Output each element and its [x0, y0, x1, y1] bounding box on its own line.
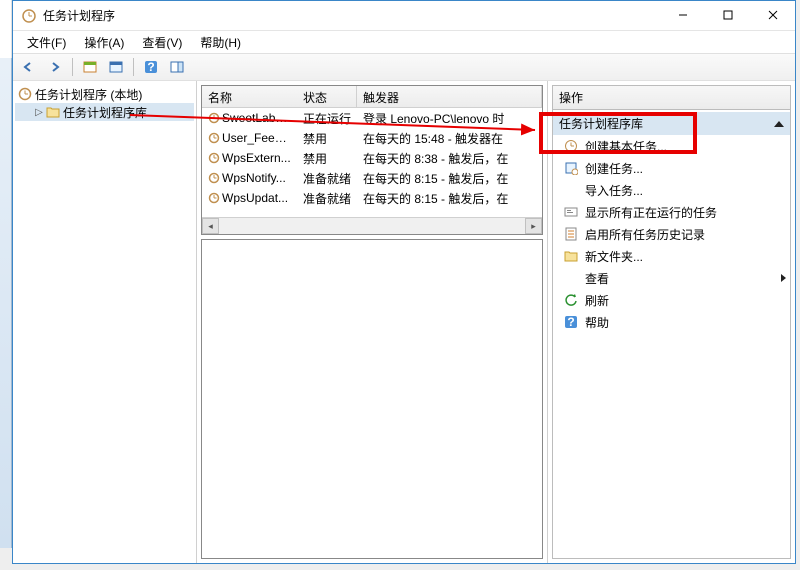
task-list[interactable]: 名称 状态 触发器 SweetLabs ... 正在运行 登录 Lenovo-P…	[201, 85, 543, 235]
list-body[interactable]: SweetLabs ... 正在运行 登录 Lenovo-PC\lenovo 时…	[202, 108, 542, 217]
horizontal-scrollbar[interactable]: ◂ ▸	[202, 217, 542, 234]
titlebar: 任务计划程序	[13, 1, 795, 31]
action-label: 帮助	[585, 314, 609, 331]
left-dock-strip	[0, 58, 12, 548]
nav-forward-button[interactable]	[43, 56, 67, 78]
action-label: 启用所有任务历史记录	[585, 226, 705, 243]
tool-panel-button[interactable]	[165, 56, 189, 78]
maximize-button[interactable]	[705, 1, 750, 29]
tree-root-label: 任务计划程序 (本地)	[35, 86, 142, 103]
action-refresh[interactable]: 刷新	[553, 289, 790, 311]
action-label: 创建基本任务...	[585, 138, 667, 155]
list-header: 名称 状态 触发器	[202, 86, 542, 108]
navigation-tree[interactable]: 任务计划程序 (本地) ▷ 任务计划程序库	[13, 81, 197, 563]
action-show-running[interactable]: 显示所有正在运行的任务	[553, 201, 790, 223]
folder-icon	[563, 248, 579, 264]
running-icon	[563, 204, 579, 220]
action-label: 刷新	[585, 292, 609, 309]
app-icon	[21, 8, 37, 24]
tool-new-button[interactable]	[78, 56, 102, 78]
tree-root[interactable]: 任务计划程序 (本地)	[15, 85, 194, 103]
content-area: 任务计划程序 (本地) ▷ 任务计划程序库 名称 状态 触发器 SweetLab…	[13, 81, 795, 563]
col-name[interactable]: 名称	[202, 86, 297, 107]
svg-text:?: ?	[567, 315, 574, 329]
action-label: 新文件夹...	[585, 248, 643, 265]
scroll-right-button[interactable]: ▸	[525, 218, 542, 234]
tool-properties-button[interactable]	[104, 56, 128, 78]
blank-icon	[563, 270, 579, 286]
action-create-task[interactable]: 创建任务...	[553, 157, 790, 179]
close-button[interactable]	[750, 1, 795, 29]
action-enable-history[interactable]: 启用所有任务历史记录	[553, 223, 790, 245]
table-row[interactable]: WpsUpdat... 准备就绪 在每天的 8:15 - 触发后，在	[202, 188, 542, 208]
action-view[interactable]: 查看	[553, 267, 790, 289]
tool-help-button[interactable]: ?	[139, 56, 163, 78]
tree-library-label: 任务计划程序库	[63, 104, 147, 121]
tree-library[interactable]: ▷ 任务计划程序库	[15, 103, 194, 121]
history-icon	[563, 226, 579, 242]
task-details-pane	[201, 239, 543, 559]
action-help[interactable]: ? 帮助	[553, 311, 790, 333]
actions-section-header[interactable]: 任务计划程序库	[553, 112, 790, 135]
col-trigger[interactable]: 触发器	[357, 86, 542, 107]
nav-back-button[interactable]	[17, 56, 41, 78]
table-row[interactable]: SweetLabs ... 正在运行 登录 Lenovo-PC\lenovo 时	[202, 108, 542, 128]
svg-text:?: ?	[147, 60, 154, 74]
scroll-left-button[interactable]: ◂	[202, 218, 219, 234]
window-title: 任务计划程序	[43, 7, 660, 24]
table-row[interactable]: User_Feed_... 禁用 在每天的 15:48 - 触发器在	[202, 128, 542, 148]
actions-title: 操作	[552, 85, 791, 110]
menubar: 文件(F) 操作(A) 查看(V) 帮助(H)	[13, 31, 795, 53]
table-row[interactable]: WpsExtern... 禁用 在每天的 8:38 - 触发后，在	[202, 148, 542, 168]
action-label: 查看	[585, 270, 609, 287]
menu-action[interactable]: 操作(A)	[76, 32, 132, 53]
menu-view[interactable]: 查看(V)	[134, 32, 190, 53]
help-icon: ?	[563, 314, 579, 330]
menu-file[interactable]: 文件(F)	[19, 32, 74, 53]
action-label: 导入任务...	[585, 182, 643, 199]
main-window: 任务计划程序 文件(F) 操作(A) 查看(V) 帮助(H) ? 任务计划程序 …	[12, 0, 796, 564]
submenu-icon	[781, 274, 786, 282]
folder-icon	[45, 104, 61, 120]
action-label: 显示所有正在运行的任务	[585, 204, 717, 221]
tree-expand-icon[interactable]: ▷	[33, 107, 45, 118]
actions-pane: 操作 任务计划程序库 创建基本任务... 创建任务... 导入任务...	[547, 81, 795, 563]
actions-section-label: 任务计划程序库	[559, 115, 643, 132]
middle-pane: 名称 状态 触发器 SweetLabs ... 正在运行 登录 Lenovo-P…	[197, 81, 547, 563]
action-create-basic-task[interactable]: 创建基本任务...	[553, 135, 790, 157]
minimize-button[interactable]	[660, 1, 705, 29]
task-icon	[563, 160, 579, 176]
action-new-folder[interactable]: 新文件夹...	[553, 245, 790, 267]
col-status[interactable]: 状态	[297, 86, 357, 107]
action-import-task[interactable]: 导入任务...	[553, 179, 790, 201]
toolbar: ?	[13, 53, 795, 81]
collapse-icon	[774, 121, 784, 127]
clock-icon	[17, 86, 33, 102]
wizard-icon	[563, 138, 579, 154]
action-label: 创建任务...	[585, 160, 643, 177]
import-icon	[563, 182, 579, 198]
refresh-icon	[563, 292, 579, 308]
table-row[interactable]: WpsNotify... 准备就绪 在每天的 8:15 - 触发后，在	[202, 168, 542, 188]
menu-help[interactable]: 帮助(H)	[192, 32, 249, 53]
